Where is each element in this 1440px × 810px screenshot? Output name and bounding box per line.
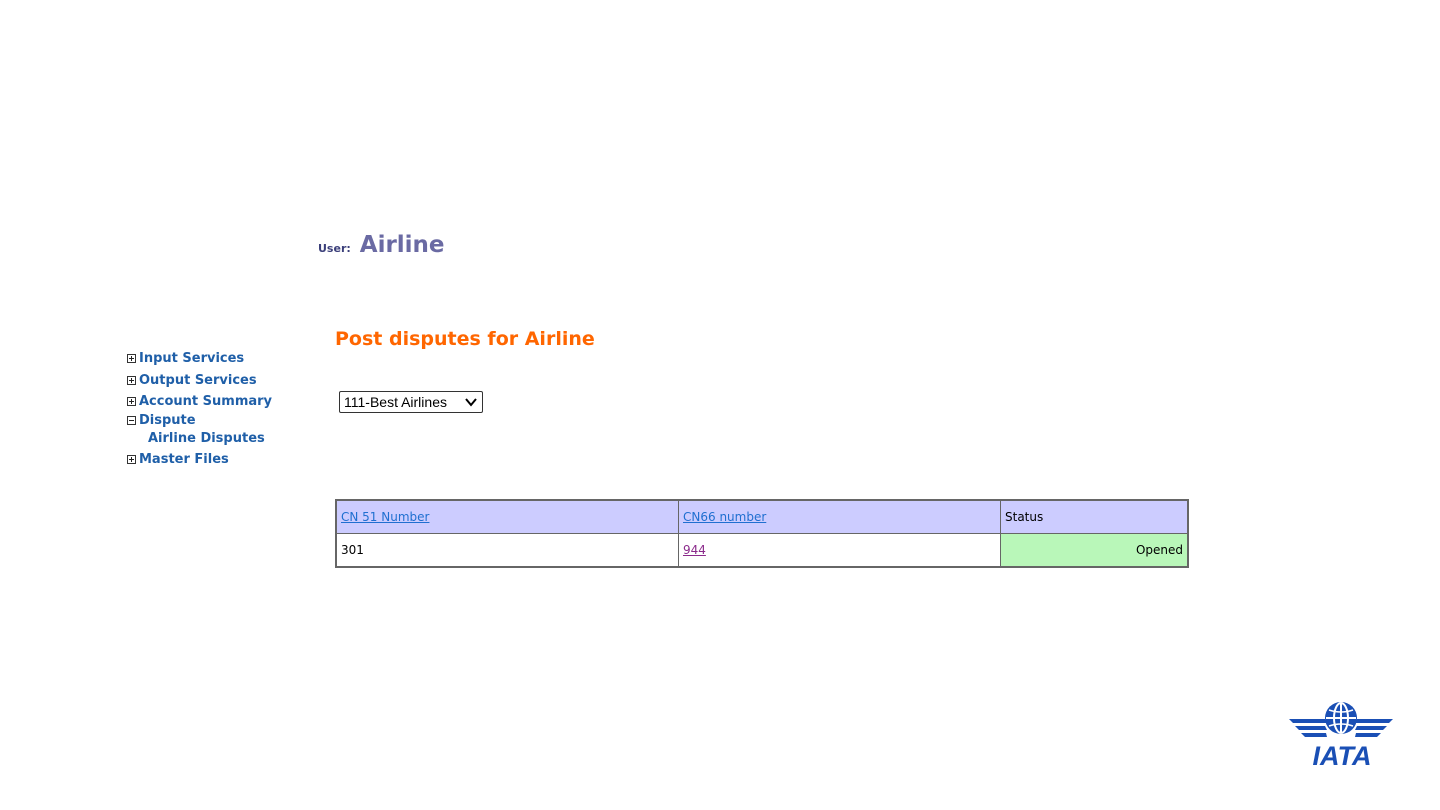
- sidebar-item-dispute[interactable]: Dispute: [127, 413, 307, 428]
- user-line: User: Airline: [318, 232, 445, 264]
- disputes-table: CN 51 Number CN66 number Status 301 944 …: [335, 499, 1189, 568]
- globe-icon: [1325, 702, 1357, 734]
- cell-cn51: 301: [335, 533, 679, 568]
- sort-link-cn51[interactable]: CN 51 Number: [341, 510, 429, 524]
- column-header-cn66: CN66 number: [678, 499, 1001, 534]
- user-name: Airline: [359, 232, 445, 258]
- sidebar-item-label: Input Services: [139, 351, 245, 367]
- cn66-link[interactable]: 944: [683, 543, 706, 557]
- sidebar-item-label: Dispute: [139, 412, 196, 428]
- page-title: Post disputes for Airline: [335, 328, 595, 350]
- column-header-cn51: CN 51 Number: [335, 499, 679, 534]
- user-label: User:: [318, 242, 351, 255]
- sort-link-cn66[interactable]: CN66 number: [683, 510, 766, 524]
- minus-box-icon[interactable]: [127, 415, 136, 425]
- sidebar-subitem-label: Airline Disputes: [148, 430, 265, 446]
- airline-select-value: 111-Best Airlines: [344, 394, 447, 410]
- sidebar-item-master-files[interactable]: Master Files: [127, 449, 307, 471]
- plus-box-icon[interactable]: [127, 455, 136, 465]
- plus-box-icon[interactable]: [127, 375, 136, 385]
- iata-logo: IATA: [1289, 702, 1393, 767]
- logo-text: IATA: [1313, 741, 1372, 767]
- sidebar-item-label: Output Services: [139, 372, 257, 388]
- sidebar-item-output-services[interactable]: Output Services: [127, 370, 307, 392]
- plus-box-icon[interactable]: [127, 397, 136, 407]
- airline-select[interactable]: 111-Best Airlines: [339, 391, 483, 413]
- cell-cn66: 944: [678, 533, 1001, 568]
- table-header-row: CN 51 Number CN66 number Status: [335, 499, 1189, 534]
- sidebar-item-account-summary[interactable]: Account Summary: [127, 391, 307, 413]
- table-row: 301 944 Opened: [335, 533, 1189, 568]
- status-badge: Opened: [1000, 533, 1189, 568]
- column-header-status: Status: [1000, 499, 1189, 534]
- sidebar-nav: Input Services Output Services Account S…: [127, 348, 307, 471]
- chevron-down-icon: [465, 398, 477, 407]
- plus-box-icon[interactable]: [127, 354, 136, 364]
- sidebar-item-input-services[interactable]: Input Services: [127, 348, 307, 370]
- sidebar-subitem-airline-disputes[interactable]: Airline Disputes: [127, 428, 307, 450]
- sidebar-item-label: Account Summary: [139, 394, 273, 410]
- sidebar-item-label: Master Files: [139, 452, 229, 468]
